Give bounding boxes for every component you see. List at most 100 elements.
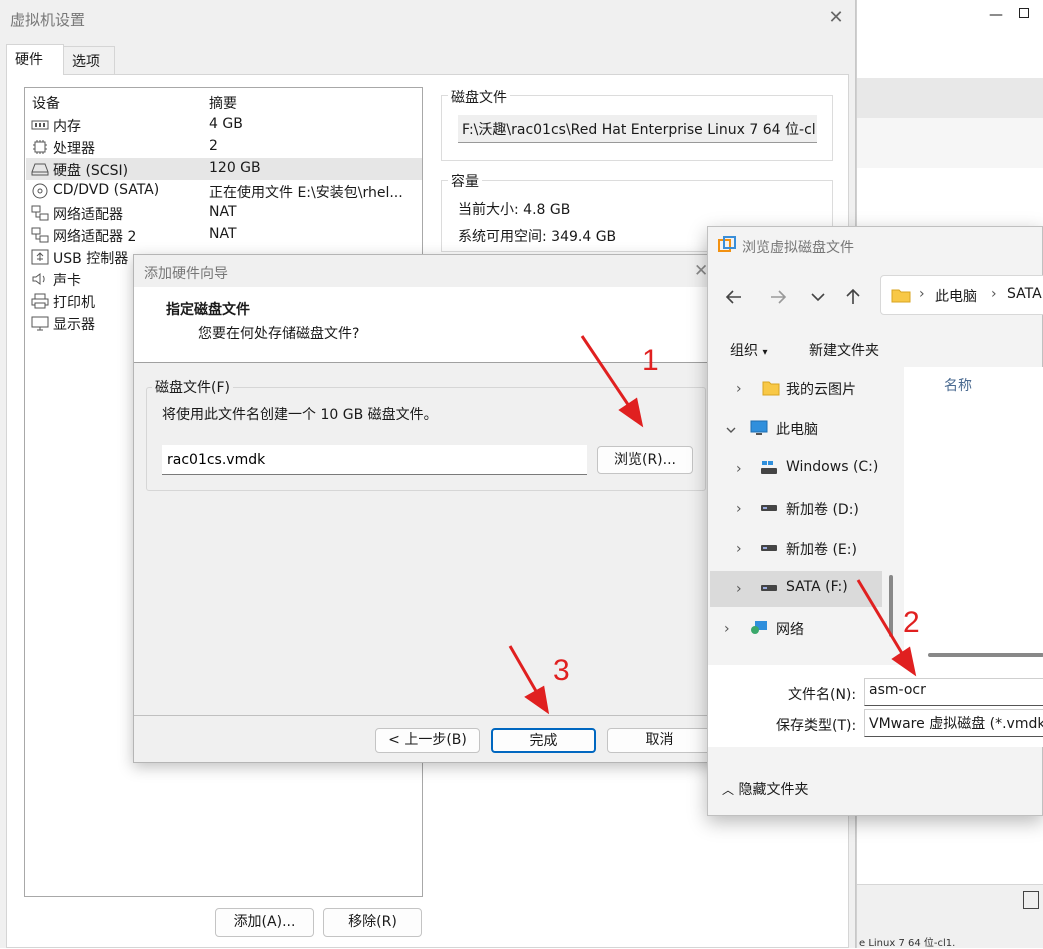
horizontal-scrollbar[interactable] (928, 653, 1043, 657)
file-list[interactable]: 名称 (904, 367, 1043, 665)
organize-menu[interactable]: 组织 ▾ (730, 340, 767, 360)
device-name: 打印机 (53, 295, 95, 311)
device-row-harddisk[interactable]: 硬盘 (SCSI) 120 GB (26, 158, 422, 180)
hide-folders-toggle[interactable]: ︿ 隐藏文件夹 (722, 779, 808, 799)
device-row-memory[interactable]: 内存 4 GB (26, 114, 422, 136)
drive-icon (761, 545, 777, 551)
column-header-name[interactable]: 名称 (944, 375, 972, 395)
capacity-label: 容量 (448, 171, 482, 191)
tree-item-volume-d[interactable]: › 新加卷 (D:) (710, 491, 882, 527)
annotation-label-1: 1 (642, 344, 659, 377)
save-options: 文件名(N): asm-ocr 保存类型(T): VMware 虚拟磁盘 (*.… (708, 665, 1043, 747)
tree-item-windows-c[interactable]: › Windows (C:) (710, 451, 882, 487)
disk-file-description: 将使用此文件名创建一个 10 GB 磁盘文件。 (162, 407, 438, 423)
wizard-separator (134, 715, 725, 716)
device-name: 网络适配器 2 (53, 229, 137, 245)
add-hardware-button[interactable]: 添加(A)... (215, 908, 314, 937)
chevron-down-icon (726, 427, 736, 433)
device-summary: NAT (209, 226, 237, 242)
tree-item-sata-f[interactable]: › SATA (F:) (710, 571, 882, 607)
column-header-summary[interactable]: 摘要 (209, 93, 237, 113)
tree-item-this-pc[interactable]: 此电脑 (710, 411, 882, 447)
device-summary: NAT (209, 204, 237, 220)
dialog-title: 浏览虚拟磁盘文件 (742, 240, 854, 256)
document-icon (1023, 891, 1039, 909)
device-name: USB 控制器 (53, 251, 129, 267)
maximize-icon[interactable] (1019, 8, 1029, 18)
device-row-network-adapter-2[interactable]: 网络适配器 2 NAT (26, 224, 422, 246)
usb-icon (31, 249, 49, 265)
speaker-icon (32, 273, 45, 285)
close-icon[interactable]: ✕ (826, 8, 846, 28)
browse-virtual-disk-dialog: 浏览虚拟磁盘文件 › 此电脑 › SATA 组织 ▾ 新建文件夹 › 我的云图片… (707, 226, 1043, 816)
folder-icon (762, 381, 780, 396)
windows-drive-icon (761, 461, 777, 474)
dialog-title: 虚拟机设置 (10, 11, 86, 29)
filetype-select[interactable]: VMware 虚拟磁盘 (*.vmdk) (864, 709, 1043, 737)
tab-options[interactable]: 选项 (63, 46, 115, 74)
browse-button[interactable]: 浏览(R)... (597, 446, 693, 474)
cpu-icon (33, 140, 47, 154)
filename-input[interactable]: asm-ocr (864, 678, 1043, 706)
computer-icon (750, 420, 768, 435)
remove-hardware-button[interactable]: 移除(R) (323, 908, 422, 937)
breadcrumb-this-pc[interactable]: 此电脑 (935, 286, 977, 306)
device-name: 声卡 (53, 273, 81, 289)
current-size-text: 当前大小: 4.8 GB (458, 202, 571, 218)
wizard-heading: 指定磁盘文件 (166, 302, 250, 318)
address-bar[interactable]: › 此电脑 › SATA (880, 275, 1043, 315)
vmware-app-icon (718, 236, 736, 252)
device-row-network-adapter[interactable]: 网络适配器 NAT (26, 202, 422, 224)
device-row-cpu[interactable]: 处理器 2 (26, 136, 422, 158)
cdrom-icon (32, 183, 48, 199)
memory-icon (31, 120, 49, 130)
device-name: 内存 (53, 119, 81, 135)
device-summary: 正在使用文件 E:\安装包\rhel... (209, 185, 403, 201)
back-button[interactable]: < 上一步(B) (375, 728, 480, 753)
breadcrumb-sata[interactable]: SATA (1007, 286, 1042, 302)
finish-button[interactable]: 完成 (491, 728, 596, 753)
annotation-label-2: 2 (903, 606, 920, 639)
device-name: 显示器 (53, 317, 95, 333)
device-name: 硬盘 (SCSI) (53, 163, 129, 179)
column-header-device[interactable]: 设备 (32, 93, 60, 113)
folder-icon (891, 289, 911, 303)
add-hardware-wizard: 添加硬件向导 ✕ 指定磁盘文件 您要在何处存储磁盘文件? 磁盘文件(F) 将使用… (133, 254, 726, 763)
chevron-up-icon: ︿ (722, 783, 735, 797)
forward-arrow-icon[interactable] (768, 287, 788, 307)
new-folder-button[interactable]: 新建文件夹 (809, 340, 879, 360)
free-space-text: 系统可用空间: 349.4 GB (458, 229, 617, 245)
tree-item-network[interactable]: › 网络 (710, 611, 882, 647)
navigation-tree[interactable]: › 我的云图片 此电脑 › Windows (C:) › 新加卷 (D:) › … (708, 367, 893, 665)
cancel-button[interactable]: 取消 (607, 728, 712, 753)
monitor-icon (31, 316, 49, 331)
minimize-icon[interactable]: — (989, 7, 1003, 23)
drive-icon (761, 585, 777, 591)
device-row-cdrom[interactable]: CD/DVD (SATA) 正在使用文件 E:\安装包\rhel... (26, 180, 422, 202)
background-footer-text: e Linux 7 64 位-cl1. (859, 938, 956, 949)
up-arrow-icon[interactable] (843, 287, 863, 307)
tree-item-cloud-pictures[interactable]: › 我的云图片 (710, 371, 882, 407)
tree-item-volume-e[interactable]: › 新加卷 (E:) (710, 531, 882, 567)
disk-file-path: F:\沃趣\rac01cs\Red Hat Enterprise Linux 7… (458, 115, 817, 143)
background-toolbar (857, 78, 1043, 118)
chevron-down-icon[interactable] (808, 287, 828, 307)
disk-file-groupbox (146, 387, 706, 491)
drive-icon (761, 505, 777, 511)
network-adapter-icon (31, 227, 49, 243)
back-arrow-icon[interactable] (724, 287, 744, 307)
filename-label: 文件名(N): (788, 687, 857, 703)
wizard-subheading: 您要在何处存储磁盘文件? (198, 326, 360, 342)
printer-icon (31, 293, 49, 309)
tab-hardware[interactable]: 硬件 (6, 44, 64, 75)
device-name: 网络适配器 (53, 207, 123, 223)
disk-filename-input[interactable] (162, 445, 587, 475)
annotation-label-3: 3 (553, 654, 570, 687)
wizard-header: 指定磁盘文件 您要在何处存储磁盘文件? (134, 287, 725, 363)
tree-scrollbar[interactable] (889, 575, 893, 637)
wizard-title: 添加硬件向导 (144, 266, 228, 282)
device-summary: 120 GB (209, 160, 261, 176)
background-panel (857, 118, 1043, 168)
network-icon (751, 621, 767, 634)
device-name: CD/DVD (SATA) (53, 182, 160, 198)
